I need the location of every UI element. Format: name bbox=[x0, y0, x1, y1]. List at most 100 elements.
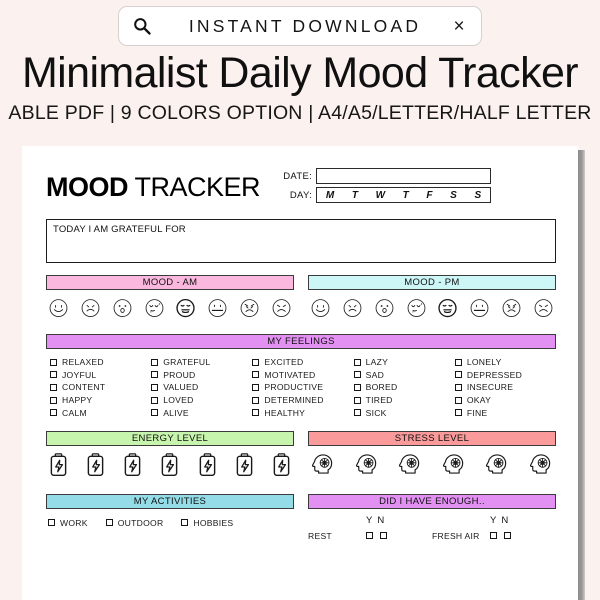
feeling-checkbox-row[interactable]: ALIVE bbox=[151, 406, 252, 419]
mood-face-angry[interactable] bbox=[239, 297, 260, 323]
energy-icons[interactable] bbox=[46, 453, 294, 482]
day-option[interactable]: T bbox=[352, 190, 358, 201]
mood-face-surprised[interactable] bbox=[374, 297, 395, 323]
checkbox-icon[interactable] bbox=[454, 396, 462, 404]
mood-face-worried[interactable] bbox=[271, 297, 292, 323]
checkbox-icon[interactable] bbox=[151, 409, 159, 417]
brain-head-icon[interactable] bbox=[529, 453, 553, 480]
checkbox-icon[interactable] bbox=[50, 409, 57, 417]
checkbox-icon[interactable] bbox=[50, 358, 57, 366]
gratitude-box[interactable]: TODAY I AM GRATEFUL FOR bbox=[46, 219, 556, 263]
close-icon[interactable]: × bbox=[450, 17, 468, 36]
day-option[interactable]: S bbox=[474, 190, 481, 201]
feeling-checkbox-row[interactable]: PROUD bbox=[151, 369, 252, 382]
feeling-checkbox-row[interactable]: FINE bbox=[454, 406, 556, 419]
checkbox-icon[interactable] bbox=[151, 358, 159, 366]
day-option[interactable]: F bbox=[426, 190, 432, 201]
checkbox-icon[interactable] bbox=[353, 409, 361, 417]
battery-icon[interactable] bbox=[160, 453, 179, 482]
mood-face-neutral[interactable] bbox=[207, 297, 228, 323]
mood-face-sleepy[interactable]: z o bbox=[144, 297, 165, 323]
feeling-checkbox-row[interactable]: GRATEFUL bbox=[151, 356, 252, 369]
mood-face-happy[interactable] bbox=[48, 297, 69, 323]
instant-download-pill[interactable]: INSTANT DOWNLOAD × bbox=[118, 6, 482, 46]
checkbox-icon[interactable] bbox=[454, 383, 462, 391]
feeling-checkbox-row[interactable]: HAPPY bbox=[50, 394, 151, 407]
day-option[interactable]: T bbox=[403, 190, 409, 201]
mood-face-neutral[interactable] bbox=[469, 297, 490, 323]
feeling-checkbox-row[interactable]: TIRED bbox=[353, 394, 455, 407]
feeling-checkbox-row[interactable]: BORED bbox=[353, 381, 455, 394]
mood-face-happy[interactable] bbox=[310, 297, 331, 323]
mood-pm-faces[interactable]: z o bbox=[308, 297, 556, 323]
activity-checkbox-row[interactable]: HOBBIES bbox=[181, 518, 233, 528]
day-option[interactable]: M bbox=[326, 190, 334, 201]
mood-face-surprised[interactable] bbox=[112, 297, 133, 323]
battery-icon[interactable] bbox=[86, 453, 105, 482]
day-option[interactable]: S bbox=[450, 190, 457, 201]
no-checkbox[interactable] bbox=[380, 531, 387, 539]
feeling-checkbox-row[interactable]: HEALTHY bbox=[252, 406, 353, 419]
feeling-checkbox-row[interactable]: PRODUCTIVE bbox=[252, 381, 353, 394]
mood-face-worried[interactable] bbox=[533, 297, 554, 323]
mood-face-sleepy[interactable]: z o bbox=[406, 297, 427, 323]
feeling-checkbox-row[interactable]: INSECURE bbox=[454, 381, 556, 394]
checkbox-icon[interactable] bbox=[181, 519, 189, 527]
checkbox-icon[interactable] bbox=[454, 409, 462, 417]
checkbox-icon[interactable] bbox=[252, 371, 260, 379]
activity-checkbox-row[interactable]: WORK bbox=[48, 518, 88, 528]
checkbox-icon[interactable] bbox=[353, 358, 361, 366]
stress-icons[interactable] bbox=[308, 453, 556, 480]
feeling-checkbox-row[interactable]: CALM bbox=[50, 406, 151, 419]
mood-face-sad[interactable] bbox=[80, 297, 101, 323]
day-option[interactable]: W bbox=[376, 190, 385, 201]
feeling-checkbox-row[interactable]: DETERMINED bbox=[252, 394, 353, 407]
yes-checkbox[interactable] bbox=[366, 531, 373, 539]
date-input[interactable] bbox=[316, 168, 492, 184]
day-selector[interactable]: M T W T F S S bbox=[316, 187, 492, 203]
feeling-checkbox-row[interactable]: RELAXED bbox=[50, 356, 151, 369]
checkbox-icon[interactable] bbox=[353, 371, 361, 379]
feeling-checkbox-row[interactable]: LONELY bbox=[454, 356, 556, 369]
feeling-checkbox-row[interactable]: SICK bbox=[353, 406, 455, 419]
feeling-checkbox-row[interactable]: JOYFUL bbox=[50, 369, 151, 382]
checkbox-icon[interactable] bbox=[50, 396, 57, 404]
brain-head-icon[interactable] bbox=[485, 453, 509, 480]
no-checkbox[interactable] bbox=[504, 531, 511, 539]
mood-face-dizzy[interactable] bbox=[175, 297, 196, 323]
mood-face-sad[interactable] bbox=[342, 297, 363, 323]
checkbox-icon[interactable] bbox=[151, 383, 159, 391]
checkbox-icon[interactable] bbox=[252, 396, 260, 404]
checkbox-icon[interactable] bbox=[454, 371, 462, 379]
mood-face-dizzy[interactable] bbox=[437, 297, 458, 323]
mood-face-angry[interactable] bbox=[501, 297, 522, 323]
checkbox-icon[interactable] bbox=[50, 383, 57, 391]
brain-head-icon[interactable] bbox=[311, 453, 335, 480]
checkbox-icon[interactable] bbox=[353, 383, 361, 391]
checkbox-icon[interactable] bbox=[252, 358, 260, 366]
feeling-checkbox-row[interactable]: DEPRESSED bbox=[454, 369, 556, 382]
feeling-checkbox-row[interactable]: LOVED bbox=[151, 394, 252, 407]
checkbox-icon[interactable] bbox=[151, 396, 159, 404]
checkbox-icon[interactable] bbox=[252, 383, 260, 391]
activity-checkbox-row[interactable]: OUTDOOR bbox=[105, 518, 164, 528]
brain-head-icon[interactable] bbox=[398, 453, 422, 480]
feeling-checkbox-row[interactable]: CONTENT bbox=[50, 381, 151, 394]
feeling-checkbox-row[interactable]: OKAY bbox=[454, 394, 556, 407]
feeling-checkbox-row[interactable]: EXCITED bbox=[252, 356, 353, 369]
battery-icon[interactable] bbox=[198, 453, 217, 482]
checkbox-icon[interactable] bbox=[252, 409, 260, 417]
battery-icon[interactable] bbox=[272, 453, 291, 482]
checkbox-icon[interactable] bbox=[353, 396, 361, 404]
brain-head-icon[interactable] bbox=[442, 453, 466, 480]
brain-head-icon[interactable] bbox=[355, 453, 379, 480]
yes-checkbox[interactable] bbox=[490, 531, 497, 539]
checkbox-icon[interactable] bbox=[454, 358, 462, 366]
checkbox-icon[interactable] bbox=[48, 519, 55, 527]
checkbox-icon[interactable] bbox=[151, 371, 159, 379]
battery-icon[interactable] bbox=[123, 453, 142, 482]
battery-icon[interactable] bbox=[49, 453, 68, 482]
checkbox-icon[interactable] bbox=[105, 519, 113, 527]
battery-icon[interactable] bbox=[235, 453, 254, 482]
checkbox-icon[interactable] bbox=[50, 371, 57, 379]
